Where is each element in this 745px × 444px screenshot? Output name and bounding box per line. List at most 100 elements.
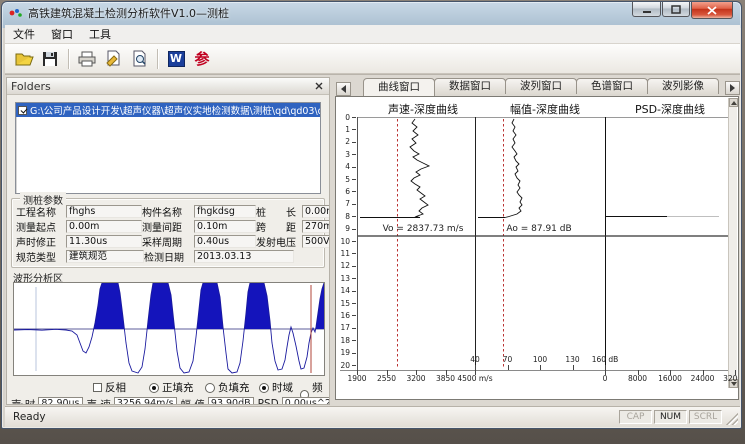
printer-icon — [77, 50, 97, 68]
depth-tick-mark — [352, 340, 356, 341]
fill-positive-radio[interactable]: 正填充 — [149, 380, 194, 395]
invert-checkbox[interactable]: 反相 — [93, 380, 126, 395]
tab-strip: 曲线窗口数据窗口波列窗口色谱窗口波列影像 — [334, 77, 742, 96]
amplitude-label: 幅 值 — [181, 397, 205, 406]
param-label: 构件名称 — [142, 204, 194, 219]
param-field[interactable]: 500V — [302, 235, 330, 248]
depth-tick-mark — [352, 303, 356, 304]
param-field[interactable]: 0.10m — [194, 220, 256, 233]
curves-chart-area[interactable]: 声速-深度曲线 幅值-深度曲线 PSD-深度曲线 — [335, 96, 739, 400]
depth-tick-label: 4 — [337, 162, 350, 171]
param-label: 声时修正 — [16, 234, 66, 249]
x-tick-label: 32000 — [713, 374, 739, 383]
window-title: 高铁建筑混凝土检测分析软件V1.0—测桩 — [28, 5, 229, 21]
depth-tick-mark — [352, 154, 356, 155]
scroll-up-button[interactable] — [729, 98, 738, 107]
menu-tools[interactable]: 工具 — [81, 24, 119, 44]
word-icon: W — [168, 51, 185, 67]
depth-tick-mark — [352, 365, 356, 366]
open-button[interactable] — [12, 47, 36, 71]
x-tick-mark — [387, 370, 388, 375]
arrow-up-icon — [731, 101, 737, 105]
depth-tick-label: 1 — [337, 125, 350, 134]
depth-tick-mark — [352, 278, 356, 279]
folder-list[interactable]: G:\公司产品设计开发\超声仪器\超声仪实地检测数据\测桩\qd\qd03\qd… — [15, 102, 321, 194]
print-preview-button[interactable] — [127, 47, 151, 71]
param-field[interactable]: fhgkdsg — [194, 205, 256, 218]
param-field[interactable]: 建筑规范 — [66, 250, 144, 263]
client-area: Folders G:\公司产品设计开发\超声仪器\超声仪实地检测数据\测桩\qd… — [5, 74, 740, 406]
toolbar-separator — [157, 49, 158, 69]
folder-item-selected[interactable]: G:\公司产品设计开发\超声仪器\超声仪实地检测数据\测桩\qd\qd03\qd… — [16, 103, 320, 117]
sound-time-field[interactable]: 82.90us — [38, 397, 82, 405]
psd-label: PSD — [258, 398, 279, 405]
depth-tick-label: 12 — [337, 261, 350, 270]
param-label: 规范类型 — [16, 249, 66, 264]
depth-tick-label: 18 — [337, 336, 350, 345]
tab-2[interactable]: 数据窗口 — [434, 78, 506, 94]
clipped-text: 4841.. — [13, 403, 42, 405]
menu-window[interactable]: 窗口 — [43, 24, 81, 44]
menu-file[interactable]: 文件 — [5, 24, 43, 44]
save-button[interactable] — [38, 47, 62, 71]
vo-annotation: Vo = 2837.73 m/s — [383, 224, 464, 234]
depth-tick-mark — [352, 191, 356, 192]
maximize-button[interactable] — [662, 2, 690, 17]
x-tick-label: 160 dB — [583, 355, 627, 364]
tab-scroll-right-button[interactable] — [725, 81, 740, 95]
param-field[interactable]: 0.00m — [302, 205, 330, 218]
export-button[interactable] — [101, 47, 125, 71]
pile-params-groupbox: 测桩参数 工程名称fhghs构件名称fhgkdsg桩 长0.00m测量起点0.0… — [11, 198, 325, 268]
tab-3[interactable]: 波列窗口 — [505, 78, 577, 94]
toolbar-separator — [68, 49, 69, 69]
title-bar[interactable]: 高铁建筑混凝土检测分析软件V1.0—测桩 — [2, 2, 741, 24]
open-folder-icon — [14, 50, 34, 68]
param-field[interactable]: fhghs — [66, 205, 142, 218]
time-domain-radio[interactable]: 时域 — [259, 380, 293, 395]
checkbox-checked-icon[interactable] — [18, 106, 27, 115]
chart-vertical-scrollbar[interactable] — [728, 98, 737, 388]
psd-field[interactable]: 0.00us^2/m — [282, 397, 330, 405]
waveform-plot[interactable] — [13, 282, 325, 376]
param-label: 检测日期 — [144, 249, 194, 264]
fill-negative-radio[interactable]: 负填充 — [205, 380, 250, 395]
depth-tick-label: 15 — [337, 299, 350, 308]
status-text: Ready — [13, 411, 46, 423]
param-field[interactable]: 2013.03.13 — [194, 250, 294, 263]
param-field[interactable]: 11.30us — [66, 235, 142, 248]
menu-bar: 文件 窗口 工具 — [5, 25, 740, 44]
param-label: 桩 长 — [256, 204, 302, 219]
depth-tick-mark — [352, 241, 356, 242]
x-tick-mark — [446, 370, 447, 375]
folders-close-button[interactable] — [312, 80, 325, 93]
amplitude-field[interactable]: 93.90dB — [208, 397, 254, 405]
sound-speed-label: 声 速 — [87, 397, 111, 406]
save-icon — [41, 50, 59, 68]
x-tick-mark — [735, 370, 736, 375]
tab-1[interactable]: 曲线窗口 — [363, 78, 435, 96]
depth-tick-mark — [352, 129, 356, 130]
resize-grip[interactable] — [726, 413, 738, 425]
minimize-button[interactable] — [632, 2, 661, 17]
x-tick-mark — [475, 365, 476, 370]
tab-scroll-left-button[interactable] — [336, 82, 351, 96]
depth-tick-mark — [352, 117, 356, 118]
print-button[interactable] — [75, 47, 99, 71]
depth-tick-label: 3 — [337, 150, 350, 159]
tab-4[interactable]: 色谱窗口 — [576, 78, 648, 94]
x-tick-mark — [508, 365, 509, 370]
tab-5[interactable]: 波列影像 — [647, 78, 719, 94]
x-tick-mark — [357, 370, 358, 375]
window-controls — [631, 2, 733, 19]
status-indicator-scrl: SCRL — [689, 410, 722, 424]
param-field[interactable]: 270mm — [302, 220, 330, 233]
sound-speed-field[interactable]: 3256.94m/s — [114, 397, 177, 405]
close-button[interactable] — [691, 2, 733, 19]
param-field[interactable]: 0.00m — [66, 220, 142, 233]
parameters-button[interactable]: 参 — [190, 47, 214, 71]
param-label: 发射电压 — [256, 234, 302, 249]
param-glyph-icon: 参 — [194, 48, 209, 69]
param-field[interactable]: 0.40us — [194, 235, 256, 248]
word-report-button[interactable]: W — [164, 47, 188, 71]
depth-tick-mark — [352, 315, 356, 316]
